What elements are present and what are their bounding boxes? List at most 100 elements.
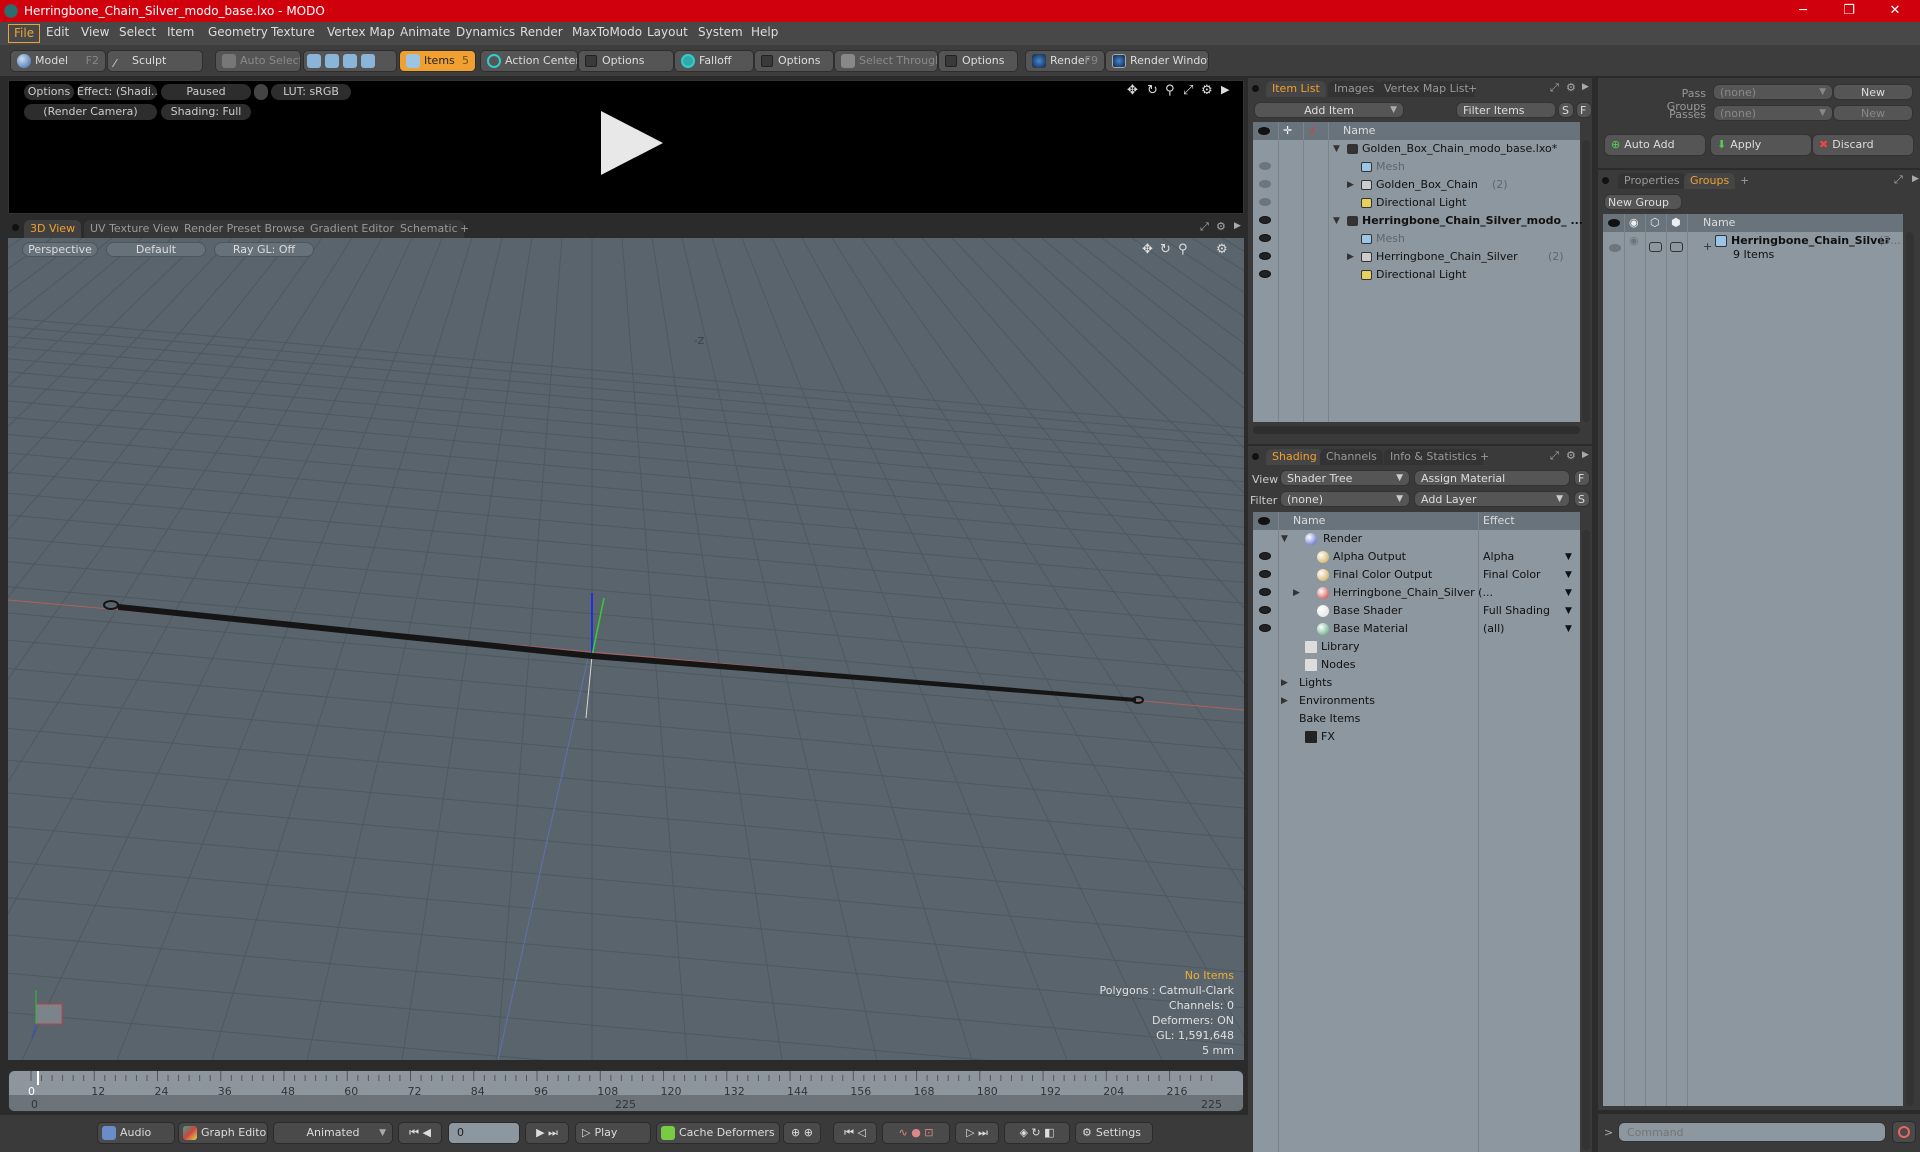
shader-row[interactable]: Library [1253,638,1580,656]
shader-row[interactable]: ▶ Lights [1253,674,1580,692]
sculpt-mode-button[interactable]: ⁄ Sculpt [107,50,203,72]
shader-row[interactable]: Base Shader Full Shading ▼ [1253,602,1580,620]
discard-button[interactable]: ✖ Discard [1812,134,1914,156]
cache-deformers-button[interactable]: Cache Deformers [656,1122,780,1144]
jump-end-buttons[interactable]: ▶ ⏭ [525,1122,569,1144]
f-button[interactable]: F [1576,102,1592,118]
rotate-icon[interactable]: ↻ [1160,242,1171,257]
record-macro-button[interactable] [1892,1121,1916,1143]
perspective-dropdown[interactable]: Perspective [22,242,98,257]
3d-viewport[interactable]: Perspective Default Ray GL: Off -Z ✥ ↻ ⚲… [8,238,1244,1060]
vertical-scrollbar[interactable] [1582,530,1590,1150]
expand-arrow-icon[interactable]: ▶ [1234,221,1241,231]
menu-animate[interactable]: Animate [395,24,455,43]
falloff-options-button[interactable]: Options [754,50,834,72]
item-row[interactable]: ▼ Herringbone_Chain_Silver_modo_ ... [1253,212,1583,230]
select-toggle[interactable] [1670,242,1683,252]
item-row[interactable]: Mesh [1253,158,1580,176]
polygon-mode-icon[interactable] [343,54,357,68]
collapse-arrow-icon[interactable]: ▼ [1281,530,1288,548]
expand-plus-icon[interactable]: + [1703,238,1712,256]
eye-icon[interactable] [1259,270,1271,278]
menu-item[interactable]: Item [162,24,199,43]
expand-arrow-icon[interactable]: ▶ [1281,674,1288,692]
restore-button[interactable]: ❐ [1826,0,1872,22]
eye-icon[interactable] [1259,606,1271,614]
item-row[interactable]: ▶ Herringbone_Chain_Silver (2) [1253,248,1580,266]
graph-editor-button[interactable]: Graph Editor [178,1122,268,1144]
expand-arrow-icon[interactable]: ▶ [1347,248,1354,266]
expand-arrow-icon[interactable]: ▶ [1281,692,1288,710]
shader-row[interactable]: Nodes [1253,656,1580,674]
zoom-icon[interactable]: ⚲ [1178,242,1188,257]
preview-paused-button[interactable]: Paused [161,84,251,100]
model-mode-button[interactable]: Model F2 [10,50,106,72]
effect-value[interactable]: Final Color [1483,566,1541,584]
record-buttons[interactable]: ∿ ● ⊡ [882,1122,950,1144]
add-tab-button[interactable]: + [1734,173,1755,189]
tab-uv-texture-view[interactable]: UV Texture View [84,220,185,238]
menu-help[interactable]: Help [746,24,783,43]
shader-row[interactable]: ▶ Environments [1253,692,1580,710]
expand-arrow-icon[interactable]: ▶ [1912,174,1919,184]
auto-add-button[interactable]: ⊕ Auto Add [1604,134,1706,156]
lock-column-icon[interactable]: ⬡ [1650,214,1660,232]
effect-dropdown-icon[interactable]: ▼ [1565,620,1572,638]
collapse-arrow-icon[interactable]: ▼ [1333,140,1340,158]
maximize-icon[interactable]: ⤢ [1894,173,1903,187]
frame-input[interactable]: 0 [448,1122,520,1144]
effect-dropdown-icon[interactable]: ▼ [1565,602,1572,620]
view-dropdown[interactable]: Shader Tree ▼ [1280,470,1410,486]
new-group-button[interactable]: New Group [1604,194,1682,210]
menu-vertex-map[interactable]: Vertex Map [322,24,400,43]
key-buttons[interactable]: ⊕ ⊕ [783,1122,821,1144]
loop-buttons[interactable]: ◈ ↻ ◧ [1004,1122,1070,1144]
menu-select[interactable]: Select [114,24,161,43]
lock-column-icon[interactable]: ✛ [1283,122,1292,140]
eye-icon[interactable] [1259,198,1271,206]
new-pass-group-button[interactable]: New [1833,84,1913,100]
filter-dropdown[interactable]: (none) ▼ [1280,491,1410,507]
render-column-icon[interactable]: ◉ [1629,214,1639,232]
vertex-mode-icon[interactable] [307,54,321,68]
render-button[interactable]: Render F9 [1025,50,1105,72]
tab-shading[interactable]: Shading [1266,449,1323,465]
jump-start-buttons[interactable]: ⏮ ◀ [398,1122,442,1144]
eye-icon[interactable] [1259,624,1271,632]
eye-icon[interactable] [1609,244,1621,252]
items-mode-button[interactable]: Items 5 [399,50,476,72]
preview-effect-dropdown[interactable]: Effect: (Shadi... [77,84,157,100]
maximize-icon[interactable]: ⤢ [1550,449,1559,463]
maximize-icon[interactable]: ⤢ [1550,81,1559,95]
gear-icon[interactable]: ⚙ [1216,242,1228,257]
play-preview-icon[interactable] [601,111,663,175]
tab-vertex-map-list[interactable]: Vertex Map List [1378,81,1475,97]
shader-row[interactable]: ▼ Render [1253,530,1580,548]
preview-options-button[interactable]: Options [24,84,74,100]
close-button[interactable]: ✕ [1872,0,1918,22]
menu-texture[interactable]: Texture [266,24,320,43]
shader-row[interactable]: Final Color Output Final Color ▼ [1253,566,1580,584]
chevron-down-icon[interactable]: ▼ [1390,103,1397,117]
lock-icon[interactable] [254,84,268,100]
effect-value[interactable]: Full Shading [1483,602,1550,620]
tab-gradient-editor[interactable]: Gradient Editor [304,220,400,238]
shader-row[interactable]: FX [1253,728,1580,746]
gear-icon[interactable]: ⚙ [1566,81,1576,94]
group-row[interactable]: ◉ + Herringbone_Chain_Silver (3... 9 Ite… [1603,232,1903,264]
select-column-icon[interactable]: ⬢ [1671,214,1681,232]
tab-groups[interactable]: Groups [1684,173,1736,189]
shader-row[interactable]: Bake Items [1253,710,1580,728]
item-row[interactable]: ▼ Golden_Box_Chain_modo_base.lxo* [1253,140,1580,158]
eye-icon[interactable] [1259,252,1271,260]
gear-icon[interactable]: ⚙ [1216,220,1226,233]
action-center-button[interactable]: Action Center [480,50,578,72]
gear-icon[interactable]: ⚙ [1201,83,1213,98]
eye-icon[interactable] [1259,588,1271,596]
item-row[interactable]: Mesh [1253,230,1580,248]
s-button[interactable]: S [1574,491,1590,507]
prev-key-buttons[interactable]: ⏮ ◁ [833,1122,877,1144]
menu-view[interactable]: View [76,24,114,43]
shader-row[interactable]: Alpha Output Alpha ▼ [1253,548,1580,566]
effect-dropdown-icon[interactable]: ▼ [1565,548,1572,566]
